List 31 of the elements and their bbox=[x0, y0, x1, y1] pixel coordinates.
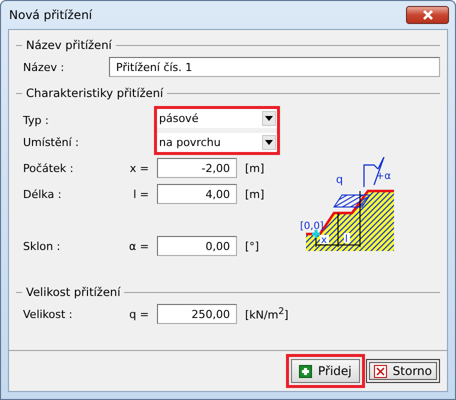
close-icon bbox=[374, 364, 387, 378]
window-title: Nová přitížení bbox=[9, 8, 92, 22]
close-button[interactable] bbox=[406, 6, 449, 24]
group-title: Velikost přitížení bbox=[26, 285, 120, 299]
name-field[interactable]: Přitížení čís. 1 bbox=[109, 57, 440, 77]
field-label: Sklon : bbox=[23, 240, 62, 252]
field-label: Počátek : bbox=[23, 162, 74, 174]
cancel-button[interactable]: Storno bbox=[366, 359, 440, 383]
group-title: Název přitížení bbox=[26, 38, 112, 52]
number-field[interactable]: -2,00 bbox=[157, 158, 237, 178]
symbol-label: l = bbox=[132, 188, 149, 200]
unit-label: [m] bbox=[245, 188, 264, 200]
symbol-label: x = bbox=[128, 162, 149, 174]
field-label: Typ : bbox=[23, 114, 50, 127]
symbol-label: α = bbox=[128, 240, 149, 252]
number-field[interactable]: 0,00 bbox=[157, 236, 237, 256]
unit-label: [m] bbox=[245, 162, 264, 174]
symbol-label: q = bbox=[128, 308, 149, 320]
dropdown[interactable]: pásové bbox=[157, 109, 277, 128]
close-icon bbox=[422, 10, 434, 20]
field-label: Délka : bbox=[23, 188, 62, 200]
field-label: Umístění : bbox=[23, 136, 80, 149]
group-title: Charakteristiky přitížení bbox=[26, 86, 164, 100]
unit-label: [kN/m$^{2}$] bbox=[245, 306, 288, 322]
number-field[interactable]: 250,00 bbox=[157, 304, 237, 324]
number-field[interactable]: 4,00 bbox=[157, 184, 237, 204]
field-label: Název : bbox=[23, 60, 66, 74]
field-label: Velikost : bbox=[23, 308, 74, 320]
unit-label: [°] bbox=[245, 240, 260, 252]
plus-icon bbox=[299, 364, 312, 378]
dropdown[interactable]: na povrchu bbox=[157, 133, 277, 152]
